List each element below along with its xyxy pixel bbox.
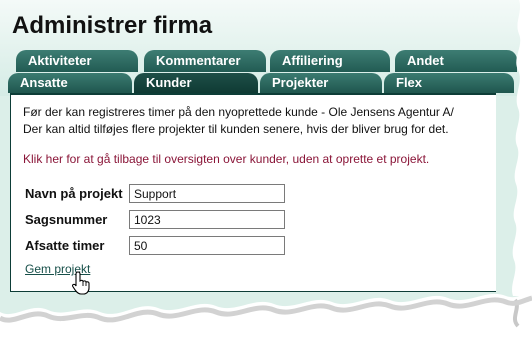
torn-edge-decoration xyxy=(0,0,532,348)
